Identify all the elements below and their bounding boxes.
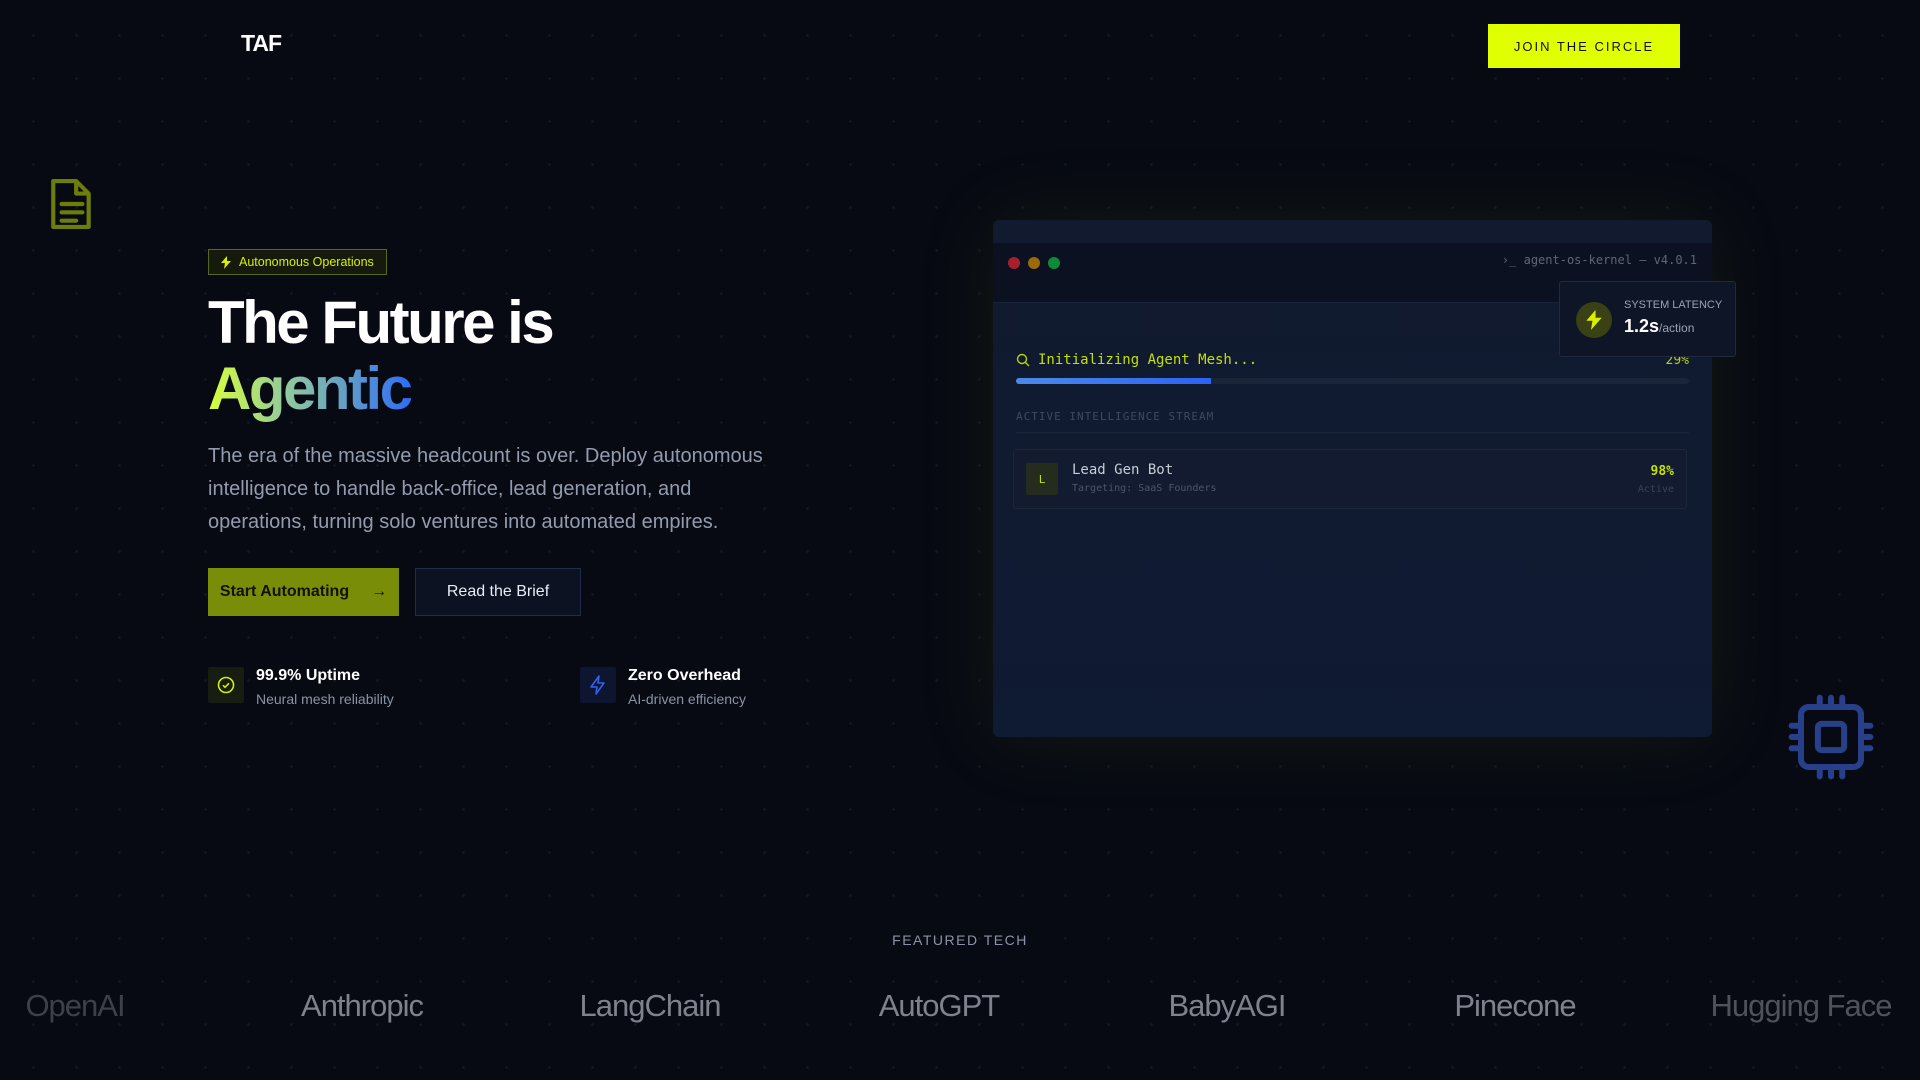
stat-title: 99.9% Uptime	[256, 667, 361, 684]
progress-bar	[1016, 378, 1689, 384]
status-text: Initializing Agent Mesh...	[1038, 352, 1258, 368]
hero-title: The Future is Agentic	[208, 289, 555, 422]
stat-title: Zero Overhead	[628, 667, 741, 684]
hero-description: The era of the massive headcount is over…	[208, 445, 763, 533]
join-the-circle-button[interactable]: JOIN THE CIRCLE	[1488, 24, 1680, 68]
stat-overhead: Zero Overhead AI-driven efficiency	[580, 667, 746, 707]
cpu-chip-icon	[1788, 694, 1874, 780]
search-icon	[1016, 353, 1030, 367]
tech-logo: Hugging Face	[1710, 988, 1892, 1023]
agent-state: Active	[1637, 484, 1674, 495]
minimize-dot	[1028, 257, 1040, 269]
latency-number: 1.2s	[1624, 316, 1660, 336]
tech-logo: BabyAGI	[1168, 988, 1286, 1023]
arrow-right-icon: →	[371, 583, 388, 600]
autonomous-operations-badge: Autonomous Operations	[208, 249, 387, 275]
badge-label: Autonomous Operations	[239, 255, 374, 269]
title-line1: The Future is	[208, 289, 555, 356]
tech-logo: Pinecone	[1454, 988, 1576, 1023]
stat-uptime: 99.9% Uptime Neural mesh reliability	[208, 667, 394, 707]
document-icon	[51, 179, 91, 230]
lightning-icon	[580, 667, 616, 703]
init-status: Initializing Agent Mesh...	[1016, 352, 1257, 368]
agent-name: Lead Gen Bot	[1072, 462, 1174, 478]
agent-score: 98%	[1650, 464, 1674, 479]
latency-label: SYSTEM LATENCY	[1624, 299, 1723, 311]
tech-logo: Anthropic	[301, 988, 424, 1023]
start-automating-button[interactable]: Start Automating →	[208, 568, 399, 616]
divider	[1016, 432, 1689, 433]
maximize-dot	[1048, 257, 1060, 269]
check-circle-icon	[208, 667, 244, 703]
tech-logo: OpenAI	[25, 988, 125, 1023]
latency-unit: /action	[1659, 321, 1695, 335]
read-the-brief-button[interactable]: Read the Brief	[415, 568, 581, 616]
featured-tech-label: FEATURED TECH	[892, 932, 1028, 948]
agent-target: Targeting: SaaS Founders	[1072, 483, 1217, 494]
terminal-title-text: agent-os-kernel — v4.0.1	[1523, 253, 1697, 267]
latency-value: 1.2s/action	[1624, 316, 1694, 337]
lightning-icon	[1576, 302, 1612, 338]
stat-subtitle: AI-driven efficiency	[628, 691, 747, 707]
latency-card: SYSTEM LATENCY 1.2s/action	[1559, 281, 1736, 357]
stream-label: ACTIVE INTELLIGENCE STREAM	[1016, 410, 1215, 423]
logo[interactable]: TAF	[241, 30, 282, 57]
lightning-icon	[221, 255, 231, 269]
tech-logo: LangChain	[579, 988, 722, 1023]
agent-row[interactable]: L Lead Gen Bot Targeting: SaaS Founders …	[1013, 449, 1687, 509]
terminal-title: ›_ agent-os-kernel — v4.0.1	[1502, 253, 1697, 267]
progress-fill	[1016, 378, 1212, 384]
agent-avatar: L	[1026, 463, 1058, 495]
terminal-prompt-icon: ›_	[1501, 253, 1524, 267]
stat-subtitle: Neural mesh reliability	[256, 691, 394, 707]
close-dot	[1008, 257, 1020, 269]
title-line2: Agentic	[208, 355, 413, 422]
start-automating-label: Start Automating	[219, 583, 350, 600]
tech-logo: AutoGPT	[878, 988, 1001, 1023]
